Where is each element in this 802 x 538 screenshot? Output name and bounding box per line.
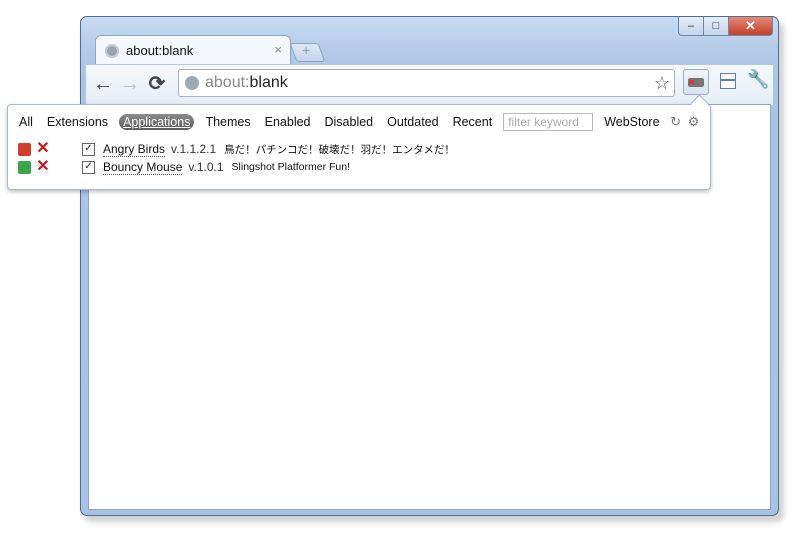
- angry-birds-icon: [18, 142, 31, 156]
- enable-checkbox[interactable]: ✓: [82, 160, 95, 174]
- filter-search-input[interactable]: filter keyword: [503, 113, 594, 131]
- list-item: ✕ ✓ Angry Birds v.1.1.2.1 鳥だ！パチンコだ！破壊だ！羽…: [18, 141, 455, 157]
- globe-icon: [105, 44, 119, 58]
- filter-all[interactable]: All: [16, 114, 36, 130]
- tab-about-blank[interactable]: about:blank ×: [95, 35, 291, 65]
- minimize-button[interactable]: –: [678, 17, 704, 36]
- remove-icon[interactable]: ✕: [36, 141, 50, 157]
- window-controls: – □ ✕: [678, 17, 773, 37]
- gear-icon[interactable]: ⚙: [687, 115, 701, 129]
- filter-outdated[interactable]: Outdated: [384, 114, 441, 130]
- remove-icon[interactable]: ✕: [36, 159, 50, 175]
- filter-extensions[interactable]: Extensions: [44, 114, 111, 130]
- back-button[interactable]: ←: [92, 73, 114, 95]
- item-description: 鳥だ！パチンコだ！破壊だ！羽だ！エンタメだ！: [224, 143, 455, 156]
- forward-button[interactable]: →: [119, 73, 141, 95]
- globe-icon: [185, 76, 199, 90]
- refresh-icon[interactable]: ↻: [669, 115, 683, 129]
- extension-manager-button[interactable]: [683, 69, 709, 95]
- item-name[interactable]: Angry Birds: [103, 142, 166, 157]
- page-menu-icon[interactable]: [720, 73, 736, 89]
- item-name[interactable]: Bouncy Mouse: [103, 160, 183, 175]
- bookmark-star-icon[interactable]: ☆: [654, 73, 670, 94]
- toolbar: ← → ⟳ about:blank ☆ 🔧: [86, 64, 773, 105]
- url-text: about:blank: [205, 74, 288, 92]
- filter-applications[interactable]: Applications: [119, 114, 195, 130]
- wrench-icon[interactable]: 🔧: [747, 69, 769, 90]
- maximize-button[interactable]: □: [704, 17, 729, 36]
- webstore-link[interactable]: WebStore: [601, 114, 662, 130]
- item-description: Slingshot Platformer Fun!: [231, 161, 350, 173]
- filter-disabled[interactable]: Disabled: [322, 114, 377, 130]
- filter-recent[interactable]: Recent: [450, 114, 496, 130]
- url-scheme: about:: [205, 74, 250, 91]
- plus-icon: +: [302, 42, 311, 58]
- item-version: v.1.0.1: [188, 160, 224, 174]
- list-item: ✕ ✓ Bouncy Mouse v.1.0.1 Slingshot Platf…: [18, 159, 350, 175]
- camera-indicator: [689, 80, 694, 84]
- address-bar[interactable]: about:blank ☆: [178, 69, 675, 97]
- enable-checkbox[interactable]: ✓: [82, 142, 95, 156]
- tab-title: about:blank: [126, 43, 194, 58]
- filter-themes[interactable]: Themes: [202, 114, 253, 130]
- reload-button[interactable]: ⟳: [146, 73, 168, 95]
- filter-bar: All Extensions Applications Themes Enabl…: [16, 112, 701, 132]
- extension-popup: All Extensions Applications Themes Enabl…: [7, 94, 711, 190]
- tab-close-icon[interactable]: ×: [274, 42, 282, 57]
- url-rest: blank: [249, 74, 288, 91]
- browser-window: – □ ✕ about:blank × + ← → ⟳ about:blank …: [80, 16, 779, 516]
- filter-enabled[interactable]: Enabled: [262, 114, 314, 130]
- bouncy-mouse-icon: [18, 160, 31, 174]
- item-version: v.1.1.2.1: [171, 142, 217, 156]
- close-window-button[interactable]: ✕: [729, 17, 773, 36]
